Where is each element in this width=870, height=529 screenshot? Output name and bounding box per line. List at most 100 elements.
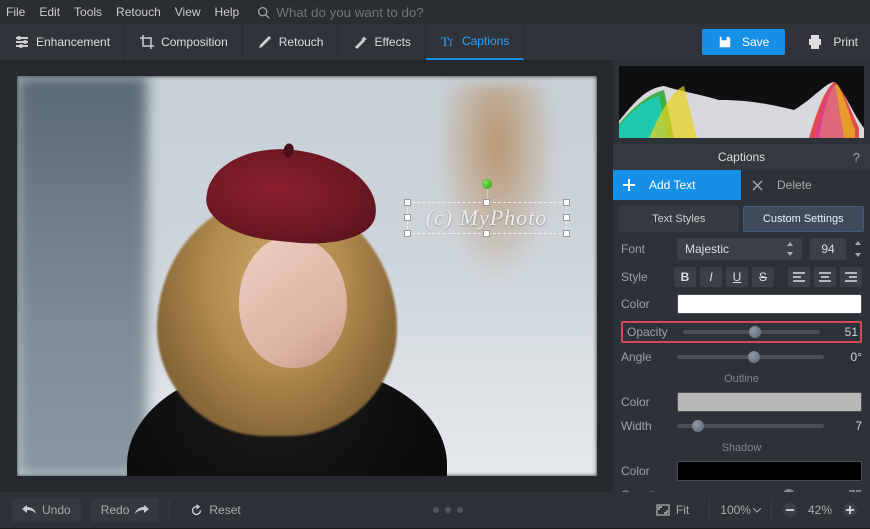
fit-label: Fit [676, 503, 689, 517]
outline-width-slider[interactable] [677, 419, 824, 433]
tab-custom-settings[interactable]: Custom Settings [743, 206, 865, 232]
redo-button[interactable]: Redo [91, 498, 160, 522]
reset-icon [190, 504, 203, 517]
search-input[interactable] [276, 5, 436, 20]
tool-captions[interactable]: TT Captions [426, 24, 524, 60]
shadow-opacity-row: Opacity 75 [621, 488, 862, 492]
menu-view[interactable]: View [175, 5, 201, 19]
print-button[interactable]: Print [795, 35, 870, 49]
help-icon[interactable]: ? [853, 150, 860, 165]
resize-handle[interactable] [563, 214, 570, 221]
color-label: Color [621, 297, 669, 311]
align-center-button[interactable] [814, 267, 836, 287]
text-icon: TT [440, 33, 456, 49]
photo: (c) MyPhoto [17, 76, 597, 476]
align-right-button[interactable] [840, 267, 862, 287]
resize-handle[interactable] [404, 230, 411, 237]
tool-composition-label: Composition [161, 35, 228, 49]
tool-retouch-label: Retouch [279, 35, 324, 49]
width-label: Width [621, 419, 669, 433]
text-color-swatch[interactable] [677, 294, 862, 314]
add-text-label: Add Text [649, 178, 695, 192]
save-button[interactable]: Save [702, 29, 785, 55]
add-text-button[interactable]: Add Text [613, 170, 742, 200]
tool-effects[interactable]: Effects [338, 24, 425, 60]
watermark-text: (c) MyPhoto [426, 205, 548, 231]
tool-captions-label: Captions [462, 34, 509, 48]
delete-label: Delete [777, 178, 812, 192]
tool-composition[interactable]: Composition [125, 24, 243, 60]
resize-handle[interactable] [563, 199, 570, 206]
fit-button[interactable]: Fit [646, 498, 699, 522]
redo-icon [135, 505, 149, 515]
color-label: Color [621, 395, 669, 409]
spinner-icon[interactable] [854, 239, 862, 259]
main-toolbar: Enhancement Composition Retouch Effects … [0, 24, 870, 60]
angle-slider[interactable] [677, 350, 824, 364]
menu-retouch[interactable]: Retouch [116, 5, 161, 19]
menu-tools[interactable]: Tools [74, 5, 102, 19]
resize-handle[interactable] [483, 199, 490, 206]
shadow-color-swatch[interactable] [677, 461, 862, 481]
angle-value: 0° [832, 350, 862, 364]
chevron-down-icon [753, 508, 761, 513]
shadow-opacity-slider[interactable] [677, 488, 824, 492]
reset-button[interactable]: Reset [180, 498, 250, 522]
style-label: Style [621, 270, 666, 284]
font-name: Majestic [685, 242, 729, 256]
shadow-opacity-value: 75 [832, 488, 862, 492]
outline-color-swatch[interactable] [677, 392, 862, 412]
print-label: Print [833, 35, 858, 49]
resize-handle[interactable] [404, 199, 411, 206]
angle-label: Angle [621, 350, 669, 364]
opacity-slider[interactable] [683, 325, 820, 339]
right-panel: Captions ? Add Text Delete Text Styles C… [613, 60, 870, 492]
opacity-value: 51 [828, 325, 858, 339]
resize-handle[interactable] [563, 230, 570, 237]
bold-button[interactable]: B [674, 267, 696, 287]
align-left-button[interactable] [788, 267, 810, 287]
font-select[interactable]: Majestic [677, 238, 802, 260]
undo-icon [22, 505, 36, 515]
italic-button[interactable]: I [700, 267, 722, 287]
outline-width-row: Width 7 [621, 419, 862, 433]
undo-button[interactable]: Undo [12, 498, 81, 522]
zoom-value: 100% [720, 503, 751, 517]
zoom-in-button[interactable] [842, 502, 858, 518]
rotate-handle[interactable] [482, 179, 492, 189]
zoom-select[interactable]: 100% [720, 503, 761, 517]
panel-title: Captions [718, 150, 765, 164]
color-label: Color [621, 464, 669, 478]
print-icon [807, 35, 823, 49]
menu-help[interactable]: Help [215, 5, 240, 19]
tool-enhancement-label: Enhancement [36, 35, 110, 49]
opacity-row: Opacity 51 [621, 321, 862, 343]
delete-button[interactable]: Delete [742, 170, 870, 200]
wand-icon [352, 34, 368, 50]
opacity-label: Opacity [627, 325, 675, 339]
brush-icon [257, 34, 273, 50]
tab-text-styles[interactable]: Text Styles [619, 206, 739, 232]
enhancement-icon [14, 34, 30, 50]
zoom-out-button[interactable] [782, 502, 798, 518]
font-size[interactable]: 94 [810, 238, 846, 260]
save-icon [718, 35, 732, 49]
strike-button[interactable]: S [752, 267, 774, 287]
tool-enhancement[interactable]: Enhancement [0, 24, 125, 60]
menu-bar: File Edit Tools Retouch View Help [0, 0, 870, 24]
font-label: Font [621, 242, 669, 256]
resize-handle[interactable] [483, 230, 490, 237]
watermark-text-box[interactable]: (c) MyPhoto [407, 202, 567, 234]
menu-edit[interactable]: Edit [39, 5, 60, 19]
panel-title-bar: Captions ? [613, 144, 870, 170]
underline-button[interactable]: U [726, 267, 748, 287]
tool-retouch[interactable]: Retouch [243, 24, 339, 60]
resize-handle[interactable] [404, 214, 411, 221]
search-box[interactable] [257, 5, 436, 20]
crop-icon [139, 34, 155, 50]
tool-effects-label: Effects [374, 35, 410, 49]
canvas-area[interactable]: (c) MyPhoto [0, 60, 613, 492]
plus-icon [623, 179, 635, 191]
menu-file[interactable]: File [6, 5, 25, 19]
thumbnail-dots [261, 507, 636, 513]
